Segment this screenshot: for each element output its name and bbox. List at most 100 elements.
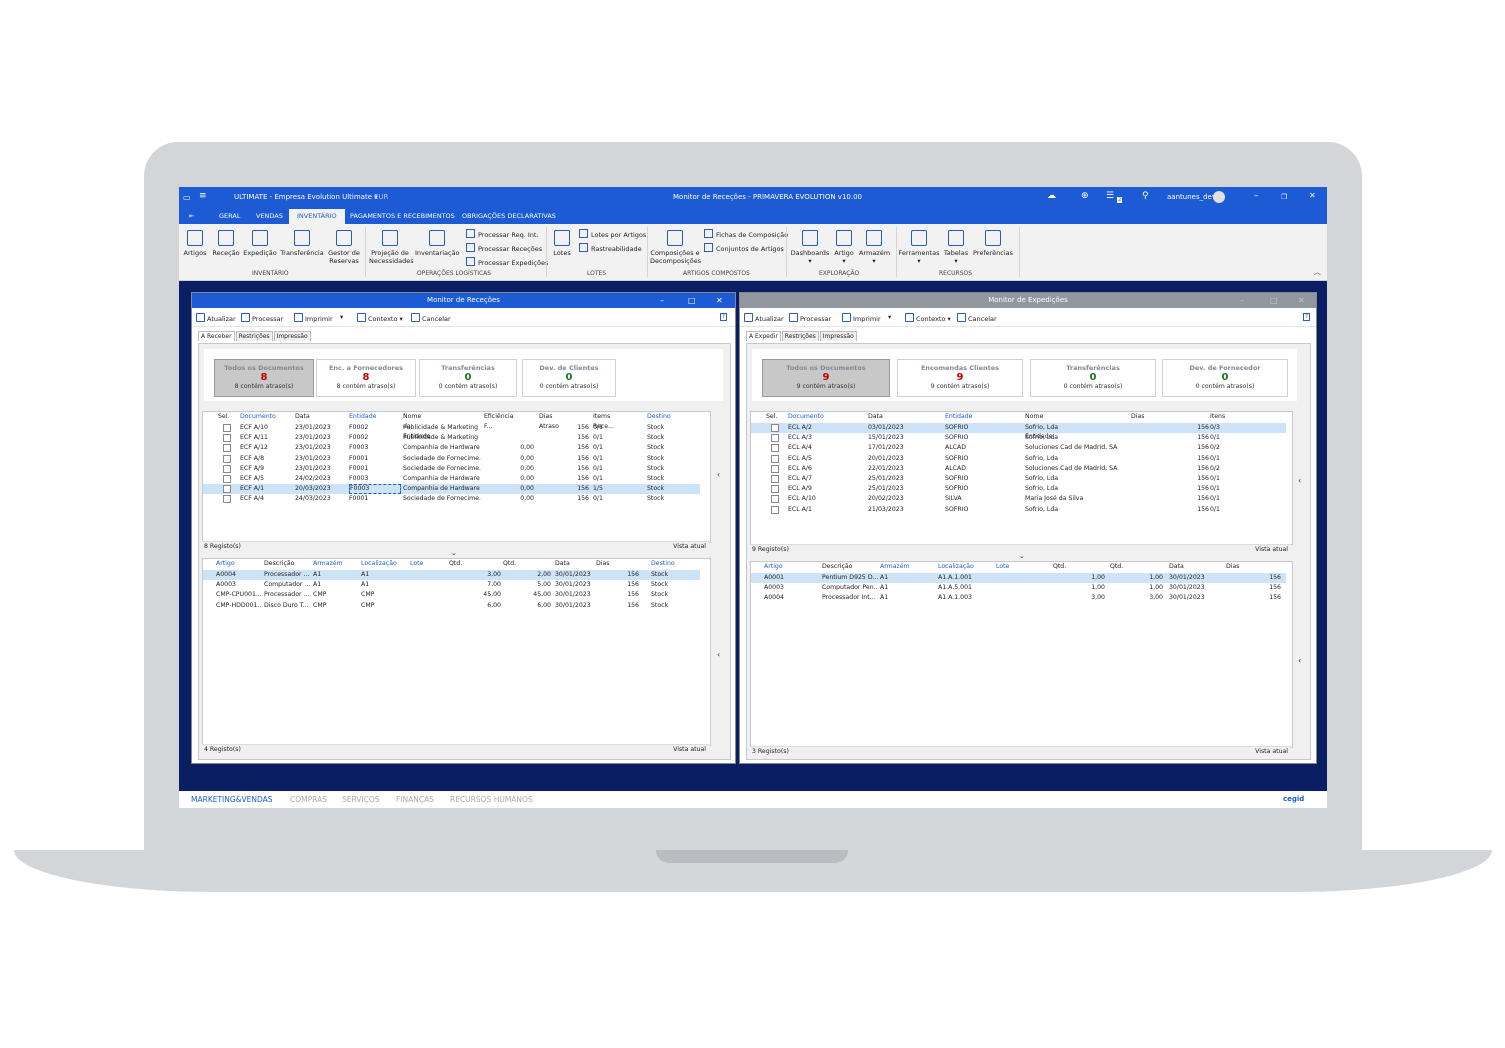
vista-atual-link[interactable]: Vista atual — [673, 543, 706, 550]
artigo-explore-button[interactable]: Artigo ▾ — [832, 230, 856, 265]
cancelar-button[interactable]: Cancelar — [957, 313, 997, 323]
user-name[interactable]: aantunes_dev — [1167, 193, 1216, 201]
imprimir-button[interactable]: Imprimir — [842, 313, 881, 323]
card-transferencias[interactable]: Transferências 0 0 contém atraso(s) — [419, 359, 517, 397]
imprimir-dropdown-icon[interactable]: ▾ — [888, 313, 891, 321]
column-header[interactable]: Sel. — [218, 412, 229, 422]
column-header[interactable]: Sel. — [766, 412, 777, 422]
atualizar-button[interactable]: Atualizar — [196, 313, 236, 323]
table-row[interactable]: ECL A/4 17/01/2023 ALCAD Soluciones Cad de … — [751, 443, 1286, 453]
table-row[interactable]: ECF A/4 24/03/2023 F0001 Sociedade de Forne… — [203, 494, 700, 504]
currency-label[interactable]: EUR — [374, 193, 388, 201]
contexto-button[interactable]: Contexto ▾ — [905, 313, 951, 323]
search-icon[interactable]: ⚲ — [1142, 191, 1149, 201]
table-row[interactable]: A0003 Computador Pen... A1 A1.A.5.001 1,00 1,… — [751, 583, 1286, 593]
globe-icon[interactable]: ⊕ — [1081, 191, 1089, 201]
company-selector[interactable]: ULTIMATE - Empresa Evolution Ultimate ▾ — [234, 193, 378, 201]
table-row[interactable]: CMP-HDD001... Disco Duro T... CMP CMP 6,00 6,… — [203, 601, 700, 611]
column-header[interactable]: Descrição — [822, 562, 852, 572]
card-dev-fornecedor[interactable]: Dev. de Fornecedor 0 0 contém atraso(s) — [1162, 359, 1288, 397]
maximize-icon[interactable]: □ — [1270, 293, 1278, 308]
table-row[interactable]: ECF A/10 23/01/2023 F0002 Publicidade & Mar… — [203, 423, 700, 433]
rastreabilidade-button[interactable]: Rastreabilidade — [579, 243, 642, 253]
close-icon[interactable]: ✕ — [1309, 191, 1316, 200]
card-transferencias[interactable]: Transferências 0 0 contém atraso(s) — [1030, 359, 1156, 397]
select-checkbox[interactable] — [771, 505, 779, 518]
inventariacao-button[interactable]: Inventariação — [415, 230, 460, 257]
tab-a-receber[interactable]: A Receber — [198, 331, 235, 341]
table-row[interactable]: ECL A/7 25/01/2023 SOFRIO Sofrio, Lda 156 0/1 — [751, 474, 1286, 484]
composicoes-button[interactable]: Composições e Decomposições — [650, 230, 701, 265]
dashboards-button[interactable]: Dashboards ▾ — [789, 230, 831, 265]
column-header[interactable]: Entidade — [945, 412, 972, 422]
ribbon-collapse-icon[interactable]: ⇤ — [189, 212, 194, 220]
minimize-icon[interactable]: – — [1240, 293, 1244, 308]
column-header[interactable]: Data — [868, 412, 883, 422]
tab-vendas[interactable]: VENDAS — [256, 212, 283, 220]
table-row[interactable]: CMP-CPU001... Processador ... CMP CMP 45,00 4… — [203, 590, 700, 600]
column-header[interactable]: Data — [295, 412, 310, 422]
module-financas[interactable]: FINANÇAS — [396, 795, 434, 804]
help-icon[interactable]: ? — [1303, 313, 1310, 321]
projecao-button[interactable]: Projeção de Necessidades — [369, 230, 414, 265]
column-header[interactable]: Artigo — [216, 559, 235, 569]
card-dev-clientes[interactable]: Dev. de Clientes 0 0 contém atraso(s) — [522, 359, 616, 397]
imprimir-button[interactable]: Imprimir — [294, 313, 333, 323]
tab-impressao[interactable]: Impressão — [273, 331, 311, 341]
expand-side-chevron-icon[interactable]: ‹ — [1298, 476, 1301, 485]
column-header[interactable]: Documento — [788, 412, 824, 422]
table-row[interactable]: ECL A/10 20/02/2023 SILVA Maria José da Sil… — [751, 494, 1286, 504]
column-header[interactable]: Destino — [651, 559, 675, 569]
tab-impressao[interactable]: Impressão — [819, 331, 857, 341]
table-row[interactable]: A0001 Pentium D925 D... A1 A1.A.1.001 1,00 1,… — [751, 573, 1286, 583]
column-header[interactable]: Localização — [938, 562, 974, 572]
help-icon[interactable]: ? — [720, 313, 727, 321]
vista-atual-link[interactable]: Vista atual — [673, 746, 706, 753]
table-row[interactable]: A0004 Processador Int... A1 A1.A.1.003 3,00 3… — [751, 593, 1286, 603]
notifications-icon[interactable]: ☰ — [1106, 191, 1114, 201]
preferencias-button[interactable]: Preferências — [973, 230, 1013, 257]
column-header[interactable]: Lote — [996, 562, 1009, 572]
processar-button[interactable]: Processar — [241, 313, 283, 323]
table-row[interactable]: A0003 Computador ... A1 A1 7,00 5,00 30/01/202… — [203, 580, 700, 590]
app-logo-icon[interactable]: ▭ — [183, 193, 191, 202]
tab-inventario[interactable]: INVENTÁRIO — [289, 209, 345, 224]
tab-pagamentos[interactable]: PAGAMENTOS E RECEBIMENTOS — [350, 212, 455, 220]
close-icon[interactable]: ✕ — [716, 293, 723, 308]
column-header[interactable]: Localização — [361, 559, 397, 569]
ribbon-collapse-chevron-icon[interactable]: ︿ — [1314, 267, 1321, 277]
table-row[interactable]: ECF A/1 20/03/2023 F0003 Companhia de Hardw… — [203, 484, 700, 495]
splitter-chevron-icon[interactable]: ⌄ — [451, 549, 457, 557]
close-icon[interactable]: ✕ — [1298, 293, 1305, 308]
table-row[interactable]: ECF A/9 23/01/2023 F0001 Sociedade de Forne… — [203, 464, 700, 474]
tab-a-expedir[interactable]: A Expedir — [746, 331, 781, 341]
column-header[interactable]: Destino — [647, 412, 671, 422]
table-row[interactable]: ECF A/8 23/01/2023 F0001 Sociedade de Forne… — [203, 454, 700, 464]
conjuntos-artigos-button[interactable]: Conjuntos de Artigos — [704, 243, 784, 253]
expand-side-chevron-icon[interactable]: ‹ — [717, 650, 720, 659]
module-recursos-humanos[interactable]: RECURSOS HUMANOS — [450, 795, 533, 804]
cancelar-button[interactable]: Cancelar — [411, 313, 451, 323]
expedicao-button[interactable]: Expedição — [243, 230, 277, 257]
tabelas-button[interactable]: Tabelas ▾ — [942, 230, 970, 265]
contexto-button[interactable]: Contexto ▾ — [357, 313, 403, 323]
column-header[interactable]: Armazém — [313, 559, 343, 569]
transferencia-button[interactable]: Transferência — [280, 230, 324, 257]
table-row[interactable]: ECL A/6 22/01/2023 ALCAD Soluciones Cad de … — [751, 464, 1286, 474]
module-servicos[interactable]: SERVIÇOS — [342, 795, 380, 804]
atualizar-button[interactable]: Atualizar — [744, 313, 784, 323]
column-header[interactable]: Documento — [240, 412, 276, 422]
splitter-chevron-icon[interactable]: ⌄ — [1019, 552, 1025, 560]
artigos-button[interactable]: Artigos — [183, 230, 207, 257]
rececao-button[interactable]: Receção — [212, 230, 240, 257]
column-header[interactable]: Descrição — [264, 559, 294, 569]
column-header[interactable]: Armazém — [880, 562, 910, 572]
tab-geral[interactable]: GERAL — [219, 212, 240, 220]
fichas-composicao-button[interactable]: Fichas de Composição — [704, 229, 788, 239]
table-row[interactable]: ECL A/1 21/03/2023 SOFRIO Sofrio, Lda 156 0/1 — [751, 505, 1286, 515]
table-row[interactable]: ECL A/9 25/01/2023 SOFRIO Sofrio, Lda 156 0/1 — [751, 484, 1286, 494]
imprimir-dropdown-icon[interactable]: ▾ — [340, 313, 343, 321]
card-encomendas-clientes[interactable]: Encomendas Clientes 9 9 contém atraso(s) — [897, 359, 1023, 397]
card-todos-documentos[interactable]: Todos os Documentos 9 9 contém atraso(s) — [762, 359, 890, 397]
processar-req-button[interactable]: Processar Req. Int. — [466, 229, 539, 239]
